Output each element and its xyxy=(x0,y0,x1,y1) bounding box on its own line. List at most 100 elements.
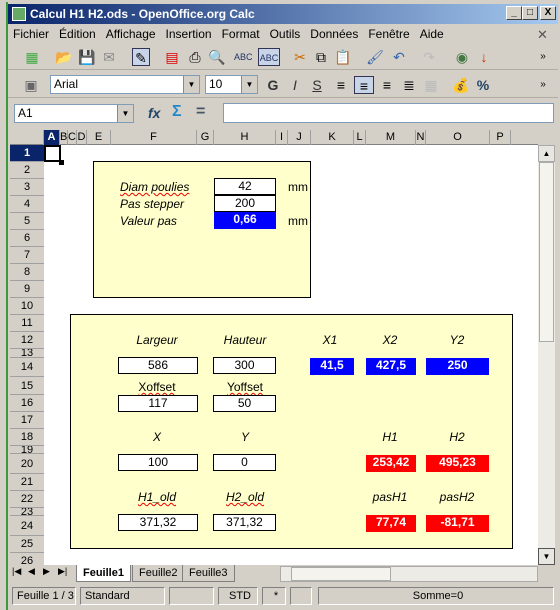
toolbar-overflow-icon[interactable]: » xyxy=(534,76,552,94)
h1-output[interactable]: 253,42 xyxy=(366,455,416,472)
redo-icon[interactable]: ↷ xyxy=(420,48,438,66)
italic-button[interactable]: I xyxy=(286,76,304,94)
print-icon[interactable]: ⎙ xyxy=(186,48,204,66)
row-header-5[interactable]: 5 xyxy=(10,213,44,230)
align-right-icon[interactable]: ≡ xyxy=(378,76,396,94)
sort-icon[interactable]: ↓ xyxy=(475,48,493,66)
align-center-icon[interactable]: ≡ xyxy=(354,76,374,94)
column-header-D[interactable]: D xyxy=(77,130,87,145)
diam-input[interactable]: 42 xyxy=(214,178,276,195)
next-sheet-icon[interactable]: ▶ xyxy=(43,566,50,577)
open-icon[interactable]: 📂 xyxy=(55,48,73,66)
xoffset-input[interactable]: 117 xyxy=(118,395,198,412)
merge-cells-icon[interactable]: ▦ xyxy=(422,76,440,94)
menu-affichage[interactable]: Affichage xyxy=(101,25,161,44)
vertical-scrollbar[interactable]: ▲ ▼ xyxy=(538,145,555,565)
cell-grid[interactable]: Diam poulies Pas stepper Valeur pas 42 2… xyxy=(44,145,538,565)
row-header-6[interactable]: 6 xyxy=(10,230,44,247)
h1old-input[interactable]: 371,32 xyxy=(118,514,198,531)
row-header-24[interactable]: 24 xyxy=(10,516,44,536)
row-header-9[interactable]: 9 xyxy=(10,281,44,298)
scroll-thumb[interactable] xyxy=(539,162,554,342)
row-header-25[interactable]: 25 xyxy=(10,536,44,553)
sum-icon[interactable]: Σ xyxy=(172,103,182,121)
row-header-18[interactable]: 18 xyxy=(10,429,44,446)
column-header-L[interactable]: L xyxy=(354,130,366,145)
tab-feuille3[interactable]: Feuille3 xyxy=(182,565,235,582)
equals-icon[interactable]: = xyxy=(196,103,205,121)
save-icon[interactable]: 💾 xyxy=(78,48,96,66)
column-header-N[interactable]: N xyxy=(416,130,426,145)
row-header-1[interactable]: 1 xyxy=(10,145,44,162)
row-header-19[interactable]: 19 xyxy=(10,446,44,454)
row-header-12[interactable]: 12 xyxy=(10,332,44,349)
maximize-button[interactable]: □ xyxy=(522,6,538,20)
pdf-icon[interactable]: ▤ xyxy=(163,48,181,66)
autospell-icon[interactable]: ABC xyxy=(258,48,280,66)
chevron-down-icon[interactable]: ▼ xyxy=(183,76,199,93)
menu-fenetre[interactable]: Fenêtre xyxy=(363,25,414,44)
status-mode[interactable]: STD xyxy=(218,587,258,605)
column-header-G[interactable]: G xyxy=(197,130,214,145)
row-header-2[interactable]: 2 xyxy=(10,162,44,179)
align-left-icon[interactable]: ≡ xyxy=(332,76,350,94)
row-header-10[interactable]: 10 xyxy=(10,298,44,315)
menu-format[interactable]: Format xyxy=(217,25,265,44)
row-header-8[interactable]: 8 xyxy=(10,264,44,281)
horizontal-scrollbar[interactable] xyxy=(280,566,538,582)
pas-input[interactable]: 200 xyxy=(214,195,276,212)
justify-icon[interactable]: ≣ xyxy=(400,76,418,94)
menu-donnees[interactable]: Données xyxy=(305,25,363,44)
status-page-style[interactable]: Standard xyxy=(80,587,165,605)
column-header-C[interactable]: C xyxy=(68,130,77,145)
horizontal-scroll-thumb[interactable] xyxy=(291,567,391,581)
column-header-A[interactable]: A xyxy=(44,130,60,145)
close-button[interactable]: X xyxy=(540,6,556,20)
new-icon[interactable]: ▦ xyxy=(23,48,41,66)
h2old-input[interactable]: 371,32 xyxy=(213,514,276,531)
minimize-button[interactable]: _ xyxy=(506,6,522,20)
yoffset-input[interactable]: 50 xyxy=(213,395,276,412)
row-header-3[interactable]: 3 xyxy=(10,179,44,196)
scroll-up-button[interactable]: ▲ xyxy=(538,145,555,162)
tab-feuille1[interactable]: Feuille1 xyxy=(76,565,131,582)
menu-insertion[interactable]: Insertion xyxy=(161,25,217,44)
formula-input[interactable] xyxy=(223,103,554,123)
email-icon[interactable]: ✉ xyxy=(100,48,118,66)
x-input[interactable]: 100 xyxy=(118,454,198,471)
format-paintbrush-icon[interactable]: 🖌 xyxy=(366,48,384,66)
column-header-P[interactable]: P xyxy=(490,130,511,145)
close-document-icon[interactable]: ✕ xyxy=(537,27,548,43)
menu-aide[interactable]: Aide xyxy=(415,25,449,44)
column-header-I[interactable]: I xyxy=(276,130,288,145)
menu-edition[interactable]: Édition xyxy=(54,25,101,44)
last-sheet-icon[interactable]: ▶| xyxy=(58,566,67,577)
currency-icon[interactable]: 💰 xyxy=(452,76,470,94)
font-size-combo[interactable]: 10 ▼ xyxy=(205,75,258,94)
percent-button[interactable]: % xyxy=(474,76,492,94)
x1-output[interactable]: 41,5 xyxy=(310,358,354,375)
row-header-13[interactable]: 13 xyxy=(10,349,44,358)
row-header-7[interactable]: 7 xyxy=(10,247,44,264)
cut-icon[interactable]: ✂ xyxy=(291,48,309,66)
column-header-M[interactable]: M xyxy=(366,130,416,145)
y2-output[interactable]: 250 xyxy=(426,358,489,375)
column-header-J[interactable]: J xyxy=(288,130,311,145)
bold-button[interactable]: G xyxy=(264,76,282,94)
column-header-H[interactable]: H xyxy=(214,130,276,145)
column-header-O[interactable]: O xyxy=(426,130,490,145)
menu-fichier[interactable]: Fichier xyxy=(8,25,54,44)
spellcheck-icon[interactable]: ABC xyxy=(234,48,253,66)
scroll-down-button[interactable]: ▼ xyxy=(538,548,555,565)
column-header-E[interactable]: E xyxy=(87,130,111,145)
prev-sheet-icon[interactable]: ◀ xyxy=(28,566,35,577)
row-header-23[interactable]: 23 xyxy=(10,508,44,516)
valeur-output[interactable]: 0,66 xyxy=(214,212,276,229)
function-wizard-icon[interactable]: fx xyxy=(148,105,160,121)
column-header-B[interactable]: B xyxy=(60,130,68,145)
row-header-21[interactable]: 21 xyxy=(10,474,44,491)
tab-feuille2[interactable]: Feuille2 xyxy=(132,565,185,582)
corner-cell[interactable] xyxy=(10,130,44,145)
preview-icon[interactable]: 🔍 xyxy=(208,48,226,66)
row-header-14[interactable]: 14 xyxy=(10,358,44,377)
